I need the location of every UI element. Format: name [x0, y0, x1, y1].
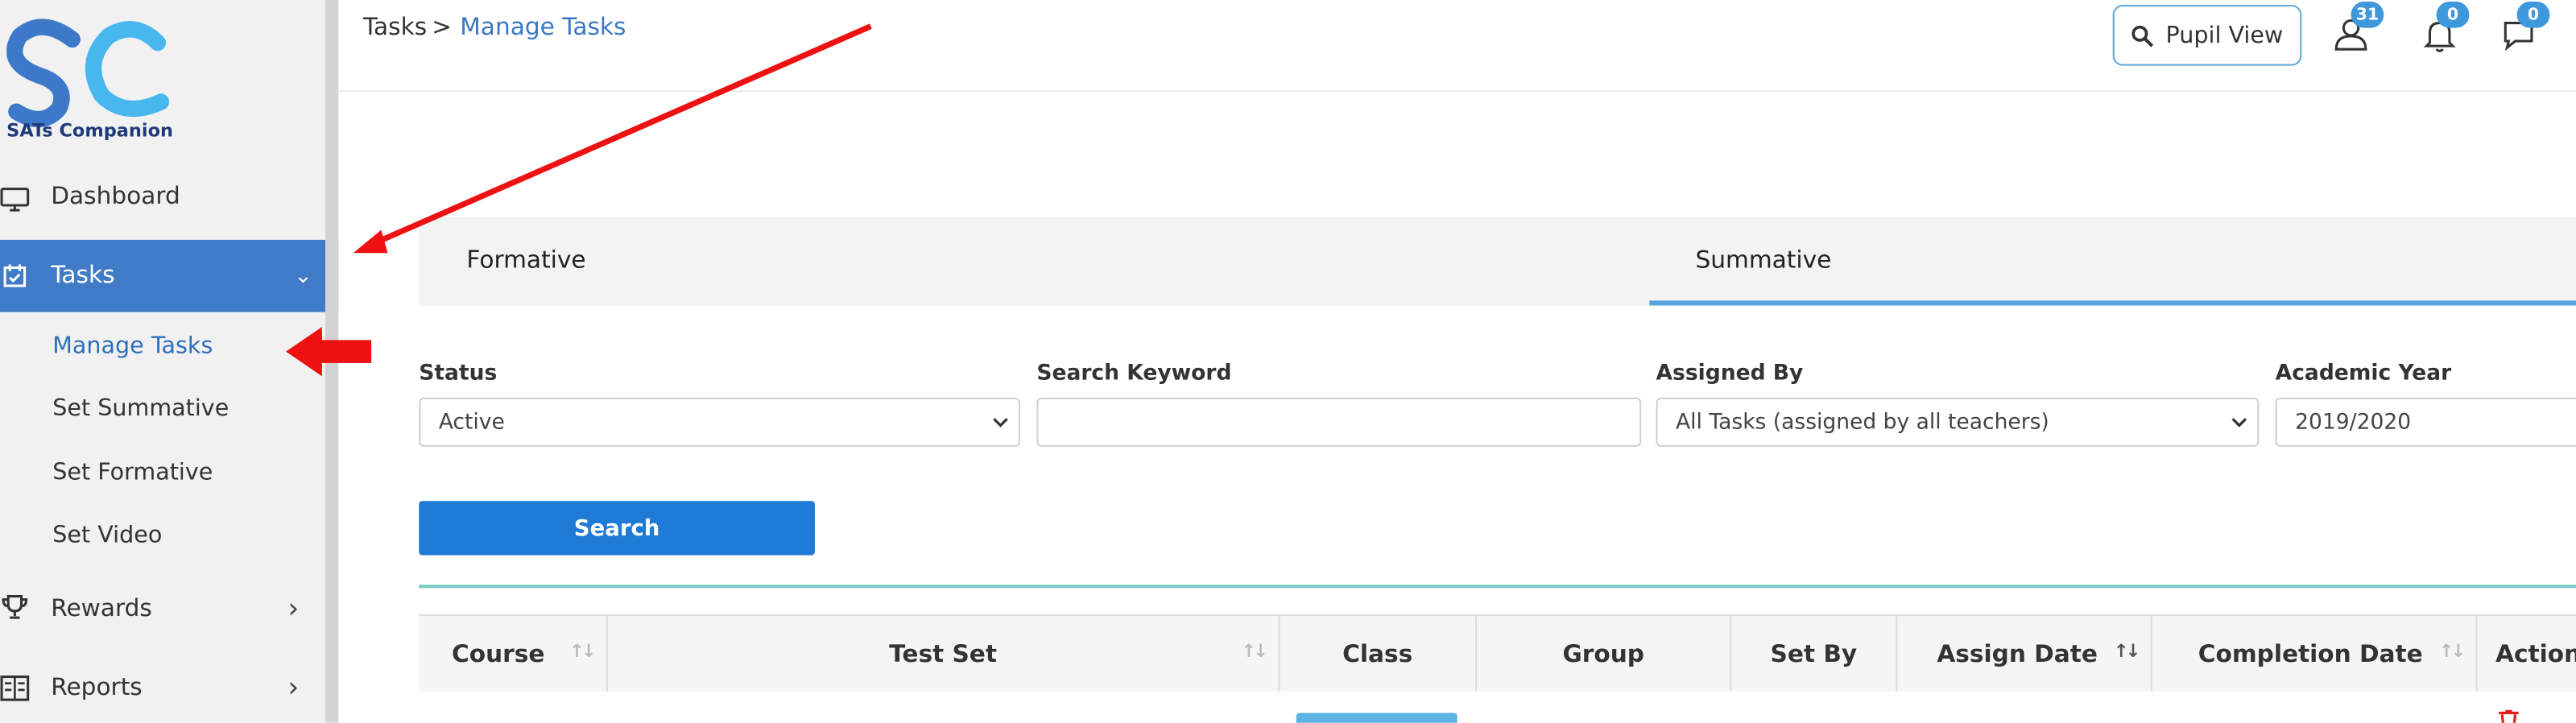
arrow-head-tasks: [353, 229, 388, 254]
annotation-arrows: [285, 23, 872, 377]
arrow-to-manage-tasks: [318, 340, 372, 363]
app-stage: SATs Companion Dashboard Tasks ⌄ Manage …: [0, 0, 2576, 723]
arrow-head-manage-tasks: [285, 326, 322, 377]
arrow-to-tasks: [373, 23, 872, 246]
